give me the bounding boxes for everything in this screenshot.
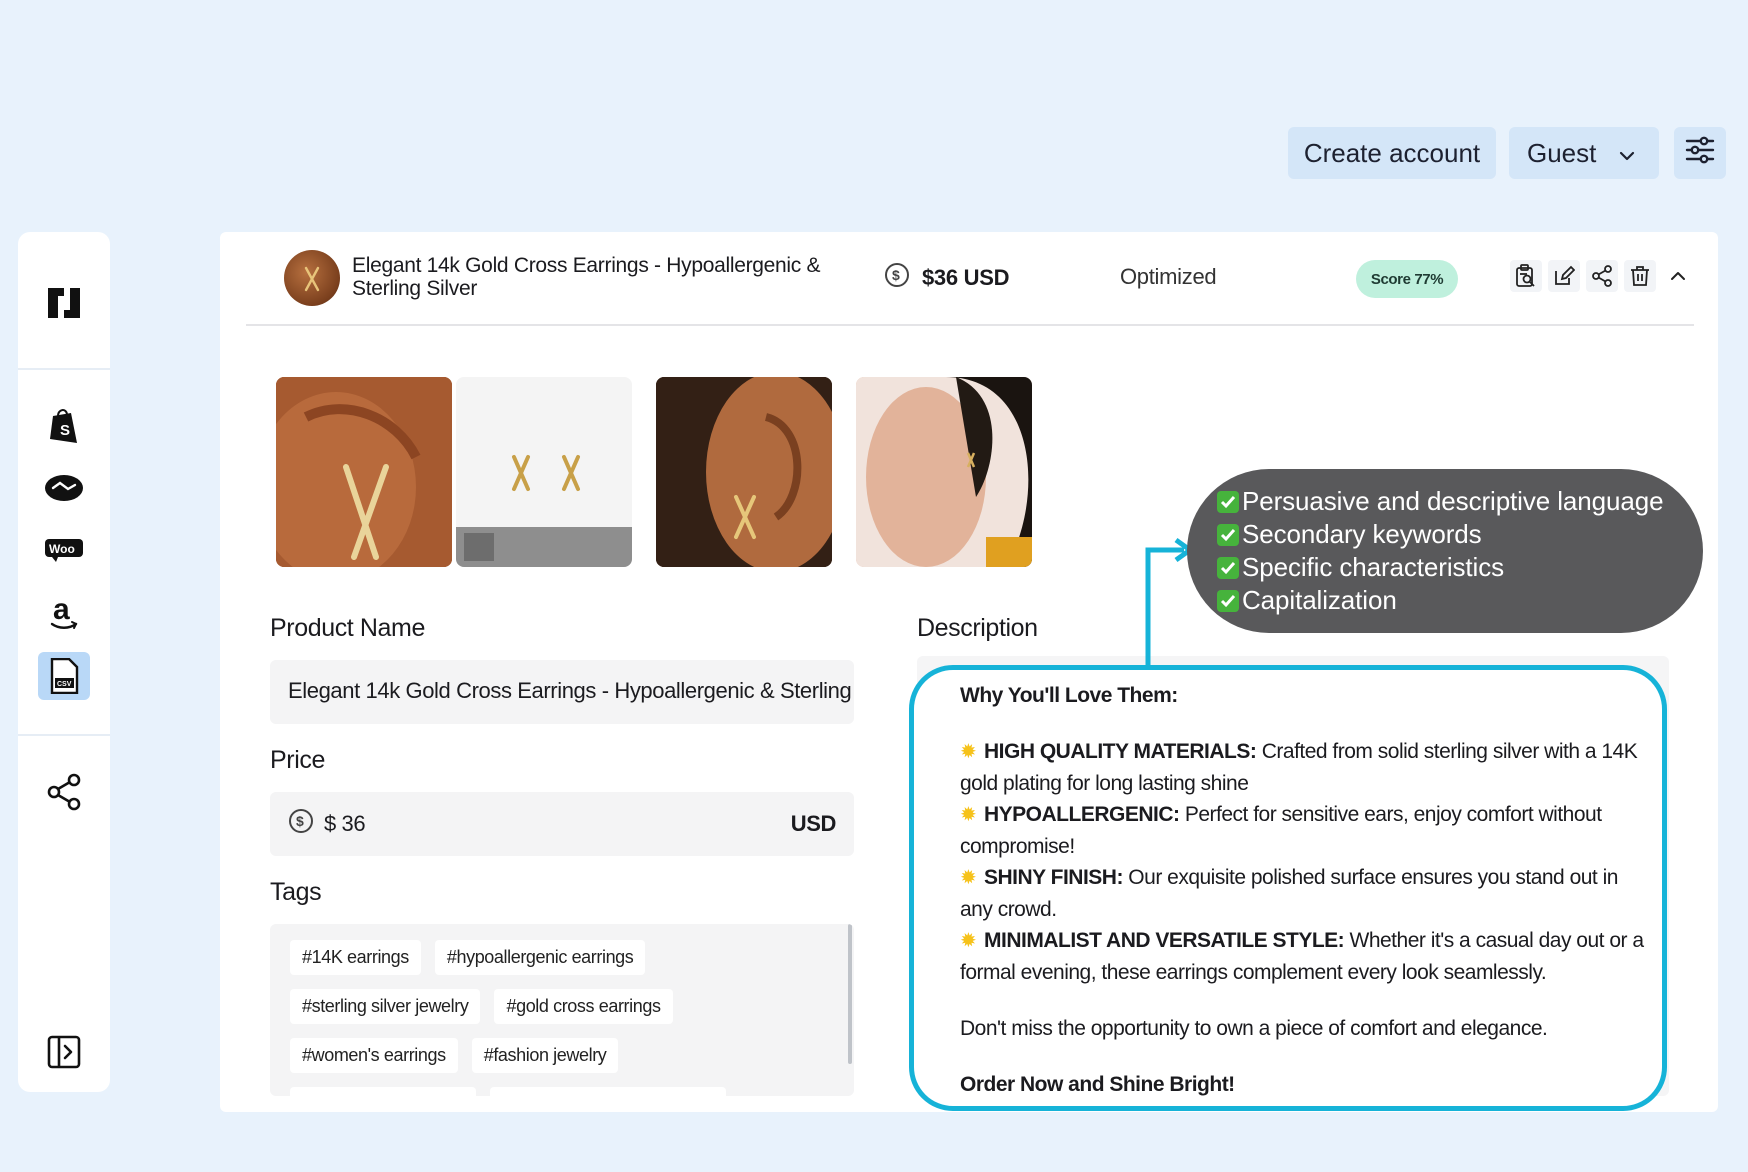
product-image[interactable] — [856, 377, 1032, 567]
description-content: Why You'll Love Them: ✹ HIGH QUALITY MATE… — [960, 680, 1650, 1100]
check-icon — [1217, 523, 1239, 546]
sun-icon: ✹ — [960, 804, 977, 826]
price-label: Price — [270, 746, 325, 774]
amazon-icon[interactable]: a — [38, 588, 90, 636]
description-bullet: ✹ SHINY FINISH: Our exquisite polished su… — [960, 862, 1650, 925]
sun-icon: ✹ — [960, 867, 977, 889]
improvements-checklist: Persuasive and descriptive language Seco… — [1187, 469, 1703, 633]
tags-field[interactable]: #14K earrings #hypoallergenic earrings #s… — [270, 924, 854, 1096]
tag-chip[interactable]: #14K earrings — [290, 940, 421, 975]
description-cta: Order Now and Shine Bright! — [960, 1073, 1235, 1096]
collapse-panel-icon[interactable] — [38, 1028, 90, 1076]
checklist-item: Secondary keywords — [1217, 518, 1663, 551]
tag-chip[interactable]: #fashion jewelry — [471, 1038, 619, 1073]
tag-chip-partial[interactable] — [490, 1087, 726, 1096]
sidebar: S Woo a CSV — [18, 232, 110, 1092]
checklist-item: Capitalization — [1217, 584, 1663, 617]
price-summary: $ $36 USD — [884, 262, 1009, 293]
share-product-button[interactable] — [1586, 260, 1618, 292]
shopify-icon[interactable]: S — [38, 402, 90, 450]
tag-chip[interactable]: #hypoallergenic earrings — [434, 940, 646, 975]
sun-icon: ✹ — [960, 741, 977, 763]
chevron-up-icon — [1671, 272, 1685, 280]
sliders-icon — [1684, 134, 1716, 173]
svg-text:$: $ — [892, 267, 900, 283]
checklist-item: Specific characteristics — [1217, 551, 1663, 584]
price-currency: USD — [790, 811, 837, 836]
score-badge: Score 77% — [1356, 260, 1458, 298]
svg-text:CSV: CSV — [57, 681, 72, 688]
delete-button[interactable] — [1624, 260, 1656, 292]
price-input[interactable]: $ $ 36 USD — [270, 792, 854, 856]
checklist-item: Persuasive and descriptive language — [1217, 485, 1664, 518]
sun-icon: ✹ — [960, 930, 977, 952]
clipboard-search-button[interactable] — [1510, 260, 1542, 292]
svg-text:a: a — [53, 593, 70, 626]
svg-text:Woo: Woo — [49, 542, 75, 556]
woocommerce-icon[interactable]: Woo — [38, 526, 90, 574]
edit-button[interactable] — [1548, 260, 1580, 292]
pencil-icon — [1555, 265, 1575, 285]
filter-settings-button[interactable] — [1674, 127, 1726, 179]
dollar-circle-icon: $ — [884, 262, 910, 293]
chevron-down-icon — [1617, 142, 1637, 173]
tag-chip[interactable]: #gold cross earrings — [494, 989, 673, 1024]
share-icon[interactable] — [38, 768, 90, 816]
handshake-icon[interactable] — [38, 464, 90, 512]
product-header-row[interactable]: Elegant 14k Gold Cross Earrings - Hypoal… — [220, 232, 1718, 326]
description-heading: Why You'll Love Them: — [960, 684, 1178, 707]
product-image[interactable] — [276, 377, 452, 567]
description-bullet: ✹ HIGH QUALITY MATERIALS: Crafted from so… — [960, 736, 1650, 799]
optimization-status: Optimized — [1120, 264, 1217, 289]
brand-logo-icon[interactable] — [38, 278, 90, 326]
tag-chip[interactable]: #women's earrings — [290, 1038, 458, 1073]
tags-scrollbar[interactable] — [848, 924, 852, 1064]
csv-file-icon[interactable]: CSV — [38, 652, 90, 700]
tag-chip[interactable]: #sterling silver jewelry — [290, 989, 481, 1024]
tags-label: Tags — [270, 878, 322, 906]
description-closing: Don't miss the opportunity to own a piec… — [960, 1017, 1548, 1040]
price-summary-text: $36 USD — [922, 264, 1010, 290]
trash-icon — [1631, 266, 1649, 286]
check-icon — [1217, 490, 1239, 513]
guest-account-dropdown[interactable]: Guest — [1509, 127, 1659, 179]
description-bullet: ✹ MINIMALIST AND VERSATILE STYLE: Whether… — [960, 925, 1650, 988]
product-name-label: Product Name — [270, 614, 425, 642]
description-label: Description — [917, 614, 1038, 642]
product-image[interactable] — [456, 377, 632, 567]
create-account-label: Create account — [1303, 137, 1481, 168]
product-thumbnail — [284, 250, 340, 306]
price-value: $ 36 — [324, 811, 366, 836]
divider — [246, 324, 1694, 326]
share-icon — [1592, 265, 1612, 287]
description-bullet: ✹ HYPOALLERGENIC: Perfect for sensitive e… — [960, 799, 1650, 862]
svg-text:S: S — [60, 422, 70, 439]
product-name-input[interactable]: Elegant 14k Gold Cross Earrings - Hypoal… — [270, 660, 854, 724]
clipboard-search-icon — [1516, 264, 1535, 287]
product-image[interactable] — [656, 377, 832, 567]
svg-text:$: $ — [296, 813, 304, 829]
tag-chip-partial[interactable] — [290, 1087, 476, 1096]
product-title: Elegant 14k Gold Cross Earrings - Hypoal… — [352, 254, 821, 300]
description-textarea[interactable]: Why You'll Love Them: ✹ HIGH QUALITY MATE… — [909, 665, 1667, 1111]
collapse-row-button[interactable] — [1662, 260, 1694, 292]
dollar-circle-icon: $ — [288, 808, 314, 840]
check-icon — [1217, 589, 1239, 612]
check-icon — [1217, 556, 1239, 579]
create-account-button[interactable]: Create account — [1288, 127, 1496, 179]
guest-label: Guest — [1527, 137, 1597, 168]
